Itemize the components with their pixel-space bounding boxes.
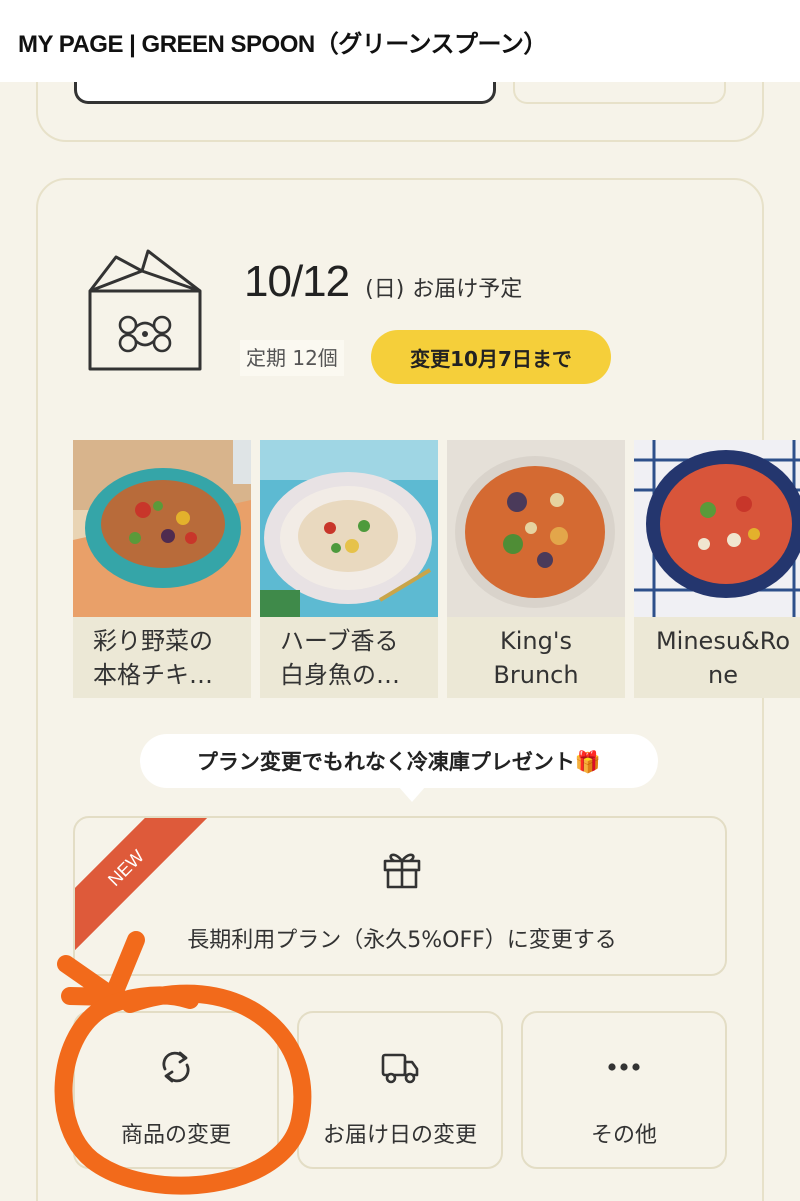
other-label: その他 <box>590 1123 657 1148</box>
delivery-box-icon <box>88 249 202 371</box>
menu-carousel[interactable]: 彩り野菜の 本格チキ… ハーブ香る 白身魚の… King's Brunch Mi… <box>73 440 800 698</box>
refresh-icon <box>162 1051 190 1083</box>
delivery-date: 10/12 <box>244 257 350 306</box>
other-button[interactable]: その他 <box>521 1011 727 1169</box>
menu-item[interactable]: 彩り野菜の 本格チキ… <box>73 440 251 698</box>
change-delivery-date-label: お届け日の変更 <box>322 1123 477 1148</box>
plan-badge: 定期 12個 <box>240 340 344 376</box>
change-delivery-date-button[interactable]: お届け日の変更 <box>297 1011 503 1169</box>
change-items-button[interactable]: 商品の変更 <box>73 1011 279 1169</box>
menu-item-image <box>73 440 251 617</box>
truck-icon <box>381 1053 419 1084</box>
menu-item[interactable]: Minesu&Ro ne <box>634 440 800 698</box>
delivery-label: お届け予定 <box>412 277 523 302</box>
menu-item-name: ハーブ香る 白身魚の… <box>280 627 400 689</box>
delivery-date-row: 10/12 (日) お届け予定 <box>244 257 522 307</box>
menu-item-image <box>634 440 800 617</box>
promo-bubble: プラン変更でもれなく冷凍庫プレゼント🎁 <box>140 734 658 788</box>
gift-icon <box>383 853 421 889</box>
menu-item-image <box>260 440 438 617</box>
menu-item[interactable]: ハーブ香る 白身魚の… <box>260 440 438 698</box>
menu-item-name: Minesu&Ro ne <box>655 627 791 689</box>
menu-item-image <box>447 440 625 617</box>
menu-item-name: 彩り野菜の 本格チキ… <box>93 627 213 689</box>
promo-bubble-tail <box>398 786 426 802</box>
more-dots-icon <box>608 1063 640 1071</box>
menu-item-name: King's Brunch <box>493 627 579 689</box>
change-items-label: 商品の変更 <box>120 1123 231 1148</box>
delivery-day-of-week: (日) <box>365 277 405 302</box>
page-title: MY PAGE | GREEN SPOON（グリーンスプーン） <box>18 30 547 58</box>
app-header: MY PAGE | GREEN SPOON（グリーンスプーン） <box>0 0 800 82</box>
long-term-plan-label: 長期利用プラン（永久5%OFF）に変更する <box>187 928 617 953</box>
menu-item[interactable]: King's Brunch <box>447 440 625 698</box>
long-term-plan-button[interactable]: NEW 長期利用プラン（永久5%OFF）に変更する <box>73 816 727 976</box>
change-deadline-badge: 変更10月7日まで <box>371 330 611 384</box>
